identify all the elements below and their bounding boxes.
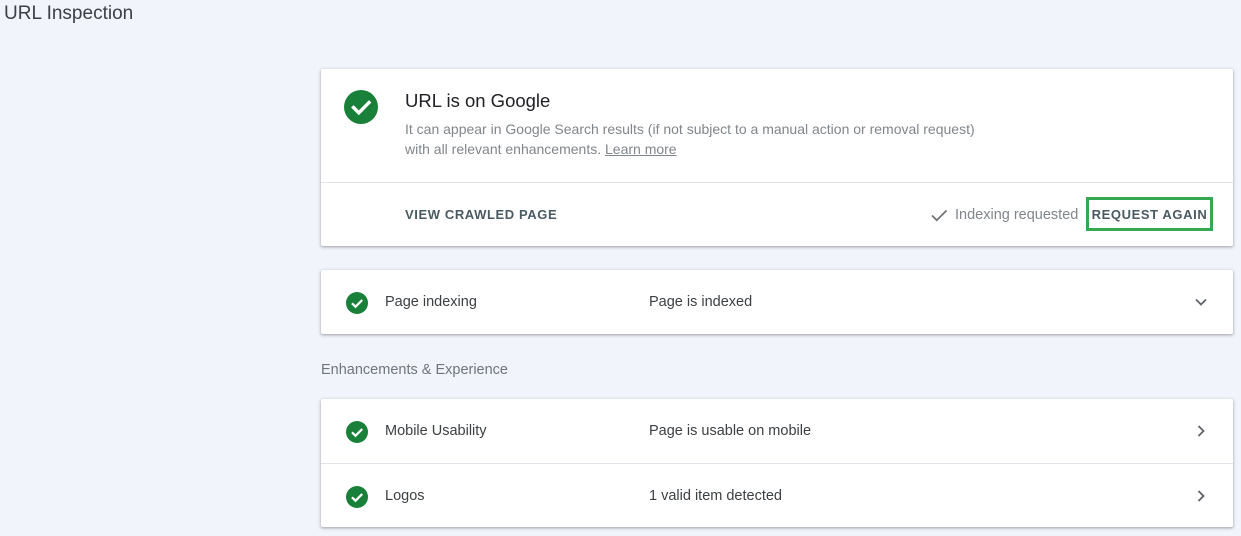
logos-value: 1 valid item detected bbox=[649, 488, 782, 504]
check-circle-icon bbox=[346, 421, 368, 443]
mobile-usability-value: Page is usable on mobile bbox=[649, 423, 812, 439]
mobile-usability-label: Mobile Usability bbox=[385, 423, 487, 439]
check-circle-icon bbox=[346, 486, 368, 508]
check-circle-icon bbox=[346, 292, 368, 314]
page-indexing-row[interactable]: Page indexing Page is indexed bbox=[321, 270, 1233, 334]
status-actions-bar: VIEW CRAWLED PAGE Indexing requested REQ… bbox=[321, 183, 1233, 246]
url-status-card: URL is on Google It can appear in Google… bbox=[321, 69, 1233, 246]
page-indexing-label: Page indexing bbox=[385, 294, 477, 310]
request-again-button[interactable]: REQUEST AGAIN bbox=[1086, 197, 1213, 231]
status-summary: URL is on Google It can appear in Google… bbox=[321, 69, 1233, 183]
status-description-text: It can appear in Google Search results (… bbox=[405, 121, 975, 157]
chevron-down-icon[interactable] bbox=[1191, 292, 1211, 312]
checkmark-icon bbox=[931, 209, 948, 222]
chevron-right-icon[interactable] bbox=[1191, 486, 1211, 506]
status-description: It can appear in Google Search results (… bbox=[405, 119, 975, 159]
indexing-requested-label: Indexing requested bbox=[955, 207, 1079, 223]
chevron-right-icon[interactable] bbox=[1191, 421, 1211, 441]
learn-more-link[interactable]: Learn more bbox=[605, 141, 677, 157]
check-circle-icon bbox=[344, 90, 378, 124]
logos-label: Logos bbox=[385, 488, 425, 504]
page-indexing-value: Page is indexed bbox=[649, 294, 753, 310]
page-title: URL Inspection bbox=[4, 3, 134, 24]
status-heading: URL is on Google bbox=[405, 90, 551, 111]
page-indexing-card: Page indexing Page is indexed bbox=[321, 270, 1233, 334]
enhancements-card: Mobile Usability Page is usable on mobil… bbox=[321, 399, 1233, 527]
indexing-requested-status: Indexing requested bbox=[929, 205, 1078, 225]
view-crawled-page-button[interactable]: VIEW CRAWLED PAGE bbox=[405, 207, 557, 222]
enhancement-row-mobile-usability[interactable]: Mobile Usability Page is usable on mobil… bbox=[321, 399, 1233, 463]
enhancement-row-logos[interactable]: Logos 1 valid item detected bbox=[321, 463, 1233, 528]
enhancements-heading: Enhancements & Experience bbox=[321, 362, 508, 378]
